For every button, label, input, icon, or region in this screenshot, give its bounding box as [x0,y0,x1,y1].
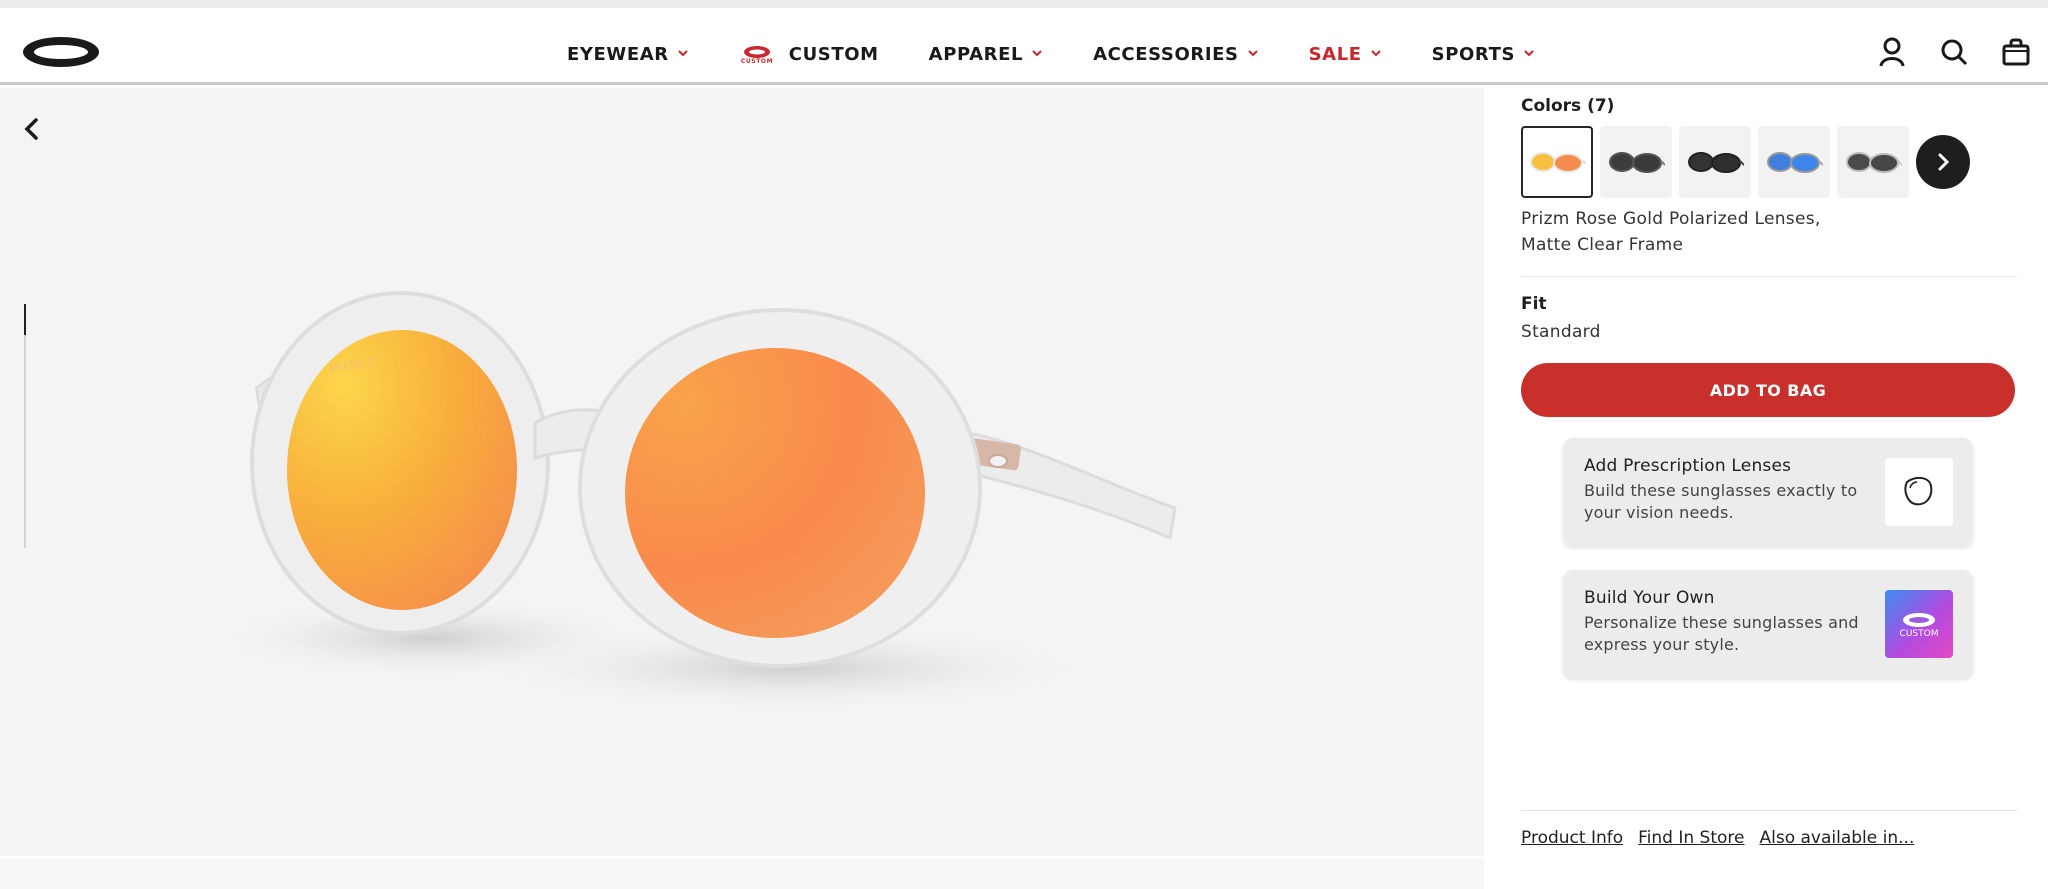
chevron-down-icon [1524,50,1534,57]
card-title: Build Your Own [1584,588,1715,608]
nav-custom-label: CUSTOM [788,43,879,65]
swatch-grey[interactable] [1837,126,1909,198]
user-icon[interactable] [1876,36,1908,68]
oakley-logo[interactable] [20,32,102,72]
svg-text:CUSTOM: CUSTOM [741,58,773,65]
chevron-right-icon [1938,153,1950,171]
nav-custom[interactable]: CUSTOM CUSTOM [739,43,879,66]
nav-eyewear-label: EYEWEAR [567,43,669,65]
sunglasses-thumb-icon [1688,152,1744,173]
card-title: Add Prescription Lenses [1584,456,1792,476]
product-image-sunglasses: PRIZM P [200,291,1177,713]
sunglasses-thumb-icon [1767,152,1823,173]
nav-accessories-label: ACCESSORIES [1093,43,1239,65]
custom-badge-icon: CUSTOM [741,46,773,65]
divider [1521,276,2017,277]
swatch-rose-gold[interactable] [1521,126,1593,198]
chevron-down-icon [678,50,688,57]
swatch-dark-grey-1[interactable] [1600,126,1672,198]
product-panel: Colors (7) Prizm Rose Gold Polarized Len… [1521,96,2017,417]
top-strip [0,0,2048,8]
link-also-available[interactable]: Also available in... [1759,828,1914,848]
main-nav: EYEWEAR CUSTOM CUSTOM APPAREL ACCESSORIE… [567,34,1585,74]
sunglasses-thumb-icon [1530,152,1586,173]
nav-accessories[interactable]: ACCESSORIES [1093,44,1259,65]
gallery-scroll-indicator[interactable] [24,304,26,335]
chevron-down-icon [1247,50,1258,57]
search-icon[interactable] [1938,36,1970,68]
swatches-next-button[interactable] [1916,135,1970,189]
add-to-bag-button[interactable]: ADD TO BAG [1521,363,2015,417]
site-header: EYEWEAR CUSTOM CUSTOM APPAREL ACCESSORIE… [0,8,2048,85]
sunglasses-thumb-icon [1846,152,1902,173]
build-your-own-card[interactable]: Build Your Own Personalize these sunglas… [1563,570,1973,678]
color-swatches [1521,126,2017,198]
links-divider [1521,810,2017,811]
sunglasses-thumb-icon [1609,152,1665,173]
swatch-blue[interactable] [1758,126,1830,198]
nav-sports-label: SPORTS [1431,43,1516,65]
nav-eyewear[interactable]: EYEWEAR [567,44,689,65]
link-find-in-store[interactable]: Find In Store [1638,828,1744,848]
nav-apparel[interactable]: APPAREL [929,44,1043,65]
fit-label: Fit [1521,294,1547,314]
chevron-down-icon [1032,50,1042,57]
selected-color-name: Prizm Rose Gold Polarized Lenses, Matte … [1521,209,1821,255]
prescription-lenses-card[interactable]: Add Prescription Lenses Build these sung… [1563,438,1973,546]
product-gallery: PRIZM P [0,88,1484,856]
colors-title: Colors (7) [1521,96,1615,116]
nav-apparel-label: APPAREL [928,43,1024,65]
header-icons [1846,36,2032,68]
card-description: Personalize these sunglasses and express… [1584,613,1859,654]
lens-outline-icon [1885,458,1953,526]
chevron-left-icon[interactable] [18,114,44,144]
product-links: Product Info Find In Store Also availabl… [1521,828,1929,848]
swatch-dark-grey-2[interactable] [1679,126,1751,198]
card-description: Build these sunglasses exactly to your v… [1584,481,1858,522]
gallery-scroll-track[interactable] [24,304,26,548]
bag-icon[interactable] [2000,36,2032,68]
nav-sports[interactable]: SPORTS [1432,44,1535,65]
chevron-down-icon [1370,50,1381,57]
gallery-footer [0,858,1484,889]
custom-badge-icon: CUSTOM [1885,590,1953,658]
nav-sale-label: SALE [1308,43,1362,65]
link-product-info[interactable]: Product Info [1521,828,1623,848]
fit-value: Standard [1521,322,1601,342]
svg-text:CUSTOM: CUSTOM [1900,629,1939,639]
nav-sale[interactable]: SALE [1309,44,1382,65]
